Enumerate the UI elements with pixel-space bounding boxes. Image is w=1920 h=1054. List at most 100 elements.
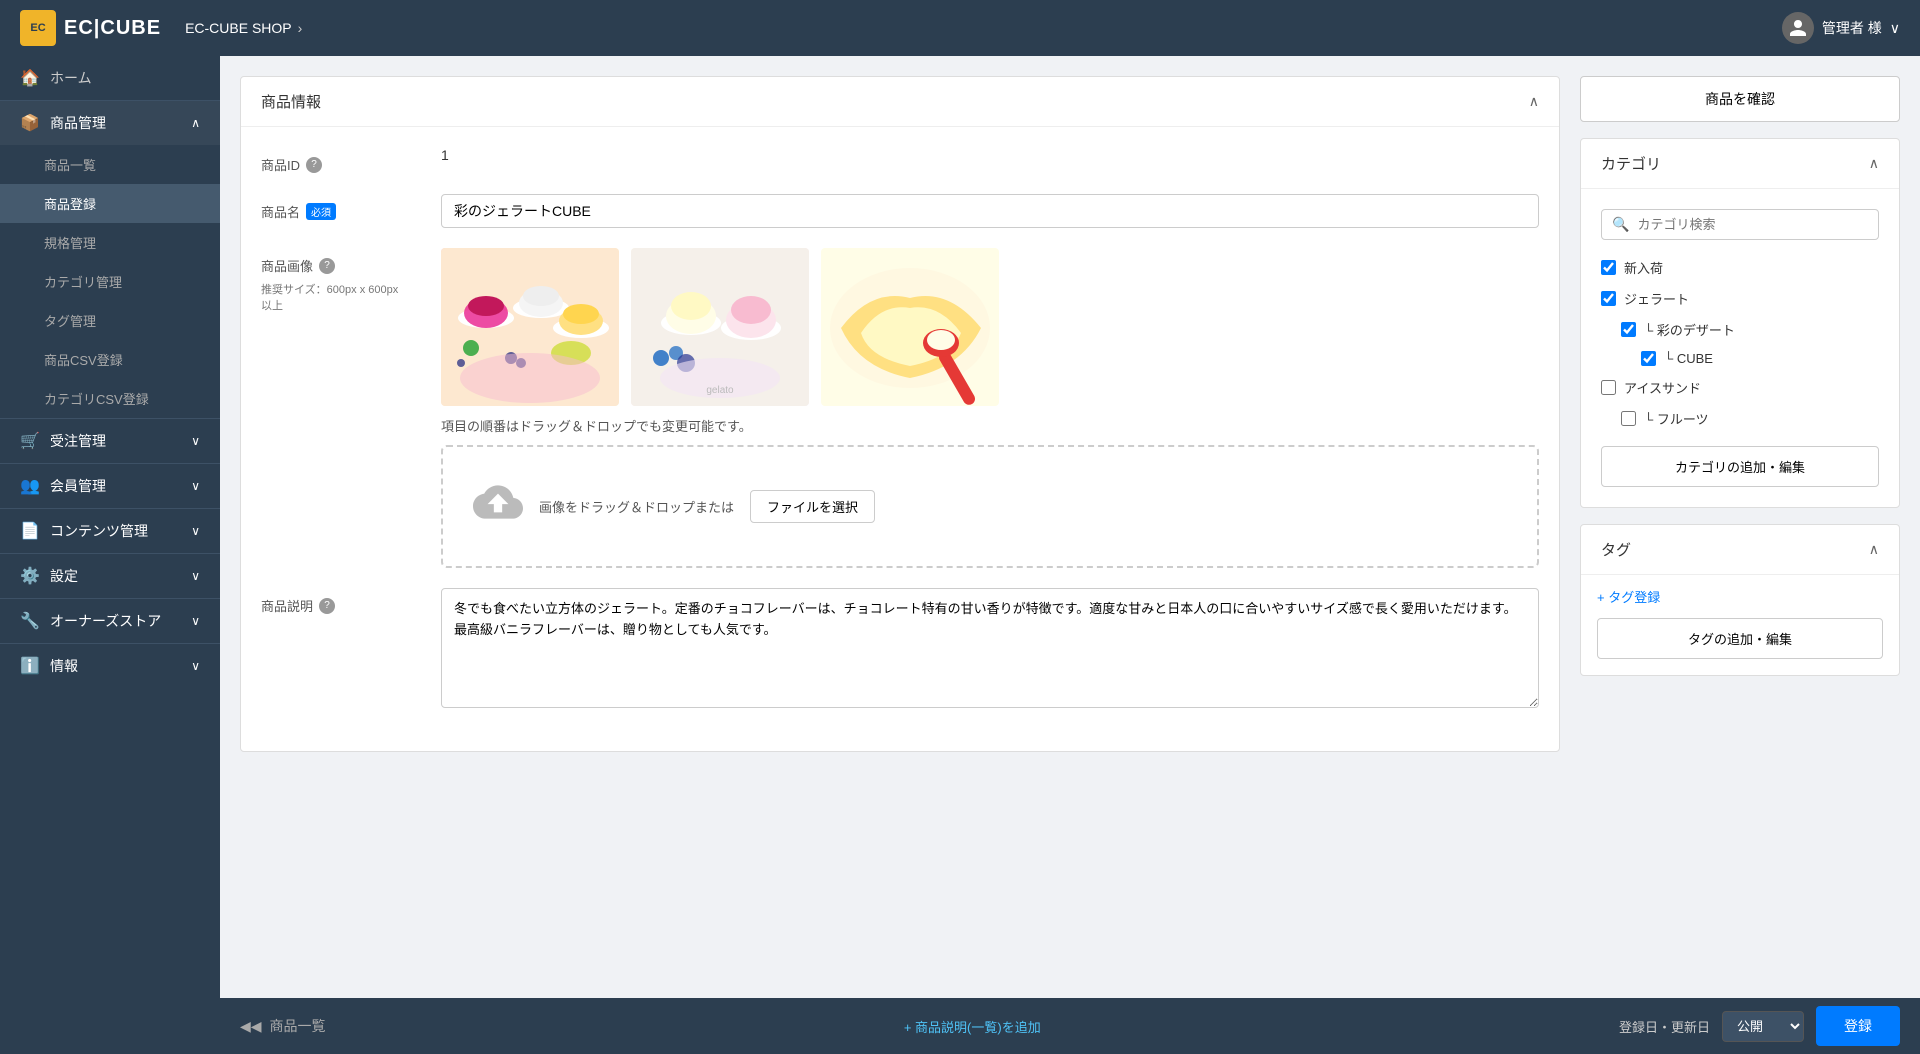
sidebar-item-info[interactable]: ℹ️ 情報 ∨ [0,644,220,688]
chevron-up-icon: ∧ [191,116,200,130]
category-add-button[interactable]: カテゴリの追加・編集 [1601,446,1879,487]
add-desc-link[interactable]: + 商品説明(一覧)を追加 [904,1017,1041,1036]
category-checkbox-gelato[interactable] [1601,291,1616,306]
tag-add-button[interactable]: タグの追加・編集 [1597,618,1883,659]
register-button[interactable]: 登録 [1816,1006,1900,1046]
sidebar-label-home: ホーム [50,68,92,88]
product-csv-label: 商品CSV登録 [44,350,123,369]
sidebar-item-home[interactable]: 🏠 ホーム [0,56,220,100]
category-label-cube: └ CUBE [1664,351,1713,366]
tag-collapse-icon[interactable]: ∧ [1869,541,1879,558]
collapse-icon[interactable]: ∧ [1529,93,1539,110]
category-csv-label: カテゴリCSV登録 [44,389,149,408]
right-panel: 商品を確認 カテゴリ ∧ 🔍 [1580,76,1900,752]
category-checkbox-fruits[interactable] [1621,411,1636,426]
sidebar-item-member-mgmt[interactable]: 👥 会員管理 ∨ [0,464,220,508]
dnd-note: 項目の順番はドラッグ＆ドロップでも変更可能です。 [441,416,1539,435]
header-shop[interactable]: EC-CUBE SHOP › [185,20,302,36]
product-list-label: 商品一覧 [44,155,96,174]
sidebar-item-order-mgmt[interactable]: 🛒 受注管理 ∨ [0,419,220,463]
category-label-fruits: └ フルーツ [1644,409,1709,428]
sidebar-label-owner-store: オーナーズストア [50,611,161,631]
bottom-right: 登録日・更新日 公開 非公開 登録 [1619,1006,1900,1046]
product-info-header: 商品情報 ∧ [241,77,1559,127]
category-item-cube[interactable]: └ CUBE [1601,345,1879,372]
sidebar-item-owner-store[interactable]: 🔧 オーナーズストア ∨ [0,599,220,643]
product-id-help-icon[interactable]: ? [306,157,322,173]
category-search-input[interactable] [1637,217,1868,232]
category-checkbox-ice-sand[interactable] [1601,380,1616,395]
back-link[interactable]: ◀◀ 商品一覧 [240,1016,326,1036]
sidebar-item-category-csv[interactable]: カテゴリCSV登録 [0,379,220,418]
category-label-new-arrival: 新入荷 [1624,258,1663,277]
bottom-bar: ◀◀ 商品一覧 + 商品説明(一覧)を追加 登録日・更新日 公開 非公開 登録 [220,998,1920,1054]
user-chevron: ∨ [1890,20,1900,37]
chevron-down-icon-2: ∨ [191,479,200,493]
sidebar-item-product-csv[interactable]: 商品CSV登録 [0,340,220,379]
upload-area[interactable]: 画像をドラッグ＆ドロップまたは ファイルを選択 [441,445,1539,568]
category-item-ice-sand[interactable]: アイスサンド [1601,372,1879,403]
sidebar-item-tag-mgmt[interactable]: タグ管理 [0,301,220,340]
sidebar-item-settings[interactable]: ⚙️ 設定 ∨ [0,554,220,598]
shop-name: EC-CUBE SHOP [185,20,292,36]
description-textarea[interactable]: 冬でも食べたい立方体のジェラート。定番のチョコフレーバーは、チョコレート特有の甘… [441,588,1539,708]
sidebar-item-content-mgmt[interactable]: 📄 コンテンツ管理 ∨ [0,509,220,553]
category-card: カテゴリ ∧ 🔍 新入荷 [1580,138,1900,508]
product-image-3[interactable] [821,248,999,406]
category-item-new-arrival[interactable]: 新入荷 [1601,252,1879,283]
file-select-button[interactable]: ファイルを選択 [750,490,875,523]
chevron-down-icon-6: ∨ [191,659,200,673]
shop-chevron: › [298,20,303,36]
main-content: 商品情報 ∧ 商品ID ? 1 [220,56,1920,1054]
form-row-description: 商品説明 ? 冬でも食べたい立方体のジェラート。定番のチョコフレーバーは、チョコ… [261,588,1539,711]
upload-text: 画像をドラッグ＆ドロップまたは [539,497,734,516]
info-icon: ℹ️ [20,656,40,676]
publish-select[interactable]: 公開 非公開 [1722,1011,1804,1042]
category-checkbox-colored-dessert[interactable] [1621,322,1636,337]
category-item-gelato[interactable]: ジェラート [1601,283,1879,314]
sidebar-item-category-mgmt[interactable]: カテゴリ管理 [0,262,220,301]
product-id-label: 商品ID ? [261,147,421,174]
sidebar-item-product-register[interactable]: 商品登録 [0,184,220,223]
category-item-colored-dessert[interactable]: └ 彩のデザート [1601,314,1879,345]
back-arrow-icon: ◀◀ [240,1018,262,1035]
category-label-colored-dessert: └ 彩のデザート [1644,320,1735,339]
product-image-label: 商品画像 ? 推奨サイズ：600px x 600px以上 [261,248,421,568]
category-checkbox-new-arrival[interactable] [1601,260,1616,275]
sidebar-item-spec-mgmt[interactable]: 規格管理 [0,223,220,262]
avatar [1782,12,1814,44]
form-row-product-image: 商品画像 ? 推奨サイズ：600px x 600px以上 [261,248,1539,568]
user-name: 管理者 様 [1822,18,1882,38]
chevron-down-icon: ∨ [191,434,200,448]
content-grid: 商品情報 ∧ 商品ID ? 1 [240,76,1900,752]
category-search: 🔍 [1601,209,1879,240]
tag-register-label: + タグ登録 [1597,587,1660,606]
search-icon: 🔍 [1612,216,1629,233]
bottom-center: + 商品説明(一覧)を追加 [342,1017,1603,1036]
sidebar-label-product-mgmt: 商品管理 [50,113,106,133]
category-collapse-icon[interactable]: ∧ [1869,155,1879,172]
category-item-fruits[interactable]: └ フルーツ [1601,403,1879,434]
tag-register[interactable]: + タグ登録 [1581,575,1899,618]
home-icon: 🏠 [20,68,40,88]
product-info-body: 商品ID ? 1 商品名 必須 [241,127,1559,751]
sidebar-item-product-list[interactable]: 商品一覧 [0,145,220,184]
tag-body: + タグ登録 タグの追加・編集 [1581,575,1899,675]
member-icon: 👥 [20,476,40,496]
product-name-field [441,194,1539,228]
category-checkbox-cube[interactable] [1641,351,1656,366]
product-image-1[interactable] [441,248,619,406]
product-image-2[interactable]: gelato [631,248,809,406]
confirm-button[interactable]: 商品を確認 [1580,76,1900,122]
back-label: 商品一覧 [270,1016,326,1036]
logo: EC EC|CUBE [20,10,161,46]
header-right: 管理者 様 ∨ [1782,12,1900,44]
category-list: 新入荷 ジェラート └ 彩のデザート [1601,252,1879,434]
product-image-area: gelato [441,248,1539,568]
sidebar-label-order-mgmt: 受注管理 [50,431,106,451]
description-help-icon[interactable]: ? [319,598,335,614]
product-image-help-icon[interactable]: ? [319,258,335,274]
product-name-input[interactable] [441,194,1539,228]
category-label-gelato: ジェラート [1624,289,1689,308]
sidebar-item-product-mgmt[interactable]: 📦 商品管理 ∧ [0,101,220,145]
